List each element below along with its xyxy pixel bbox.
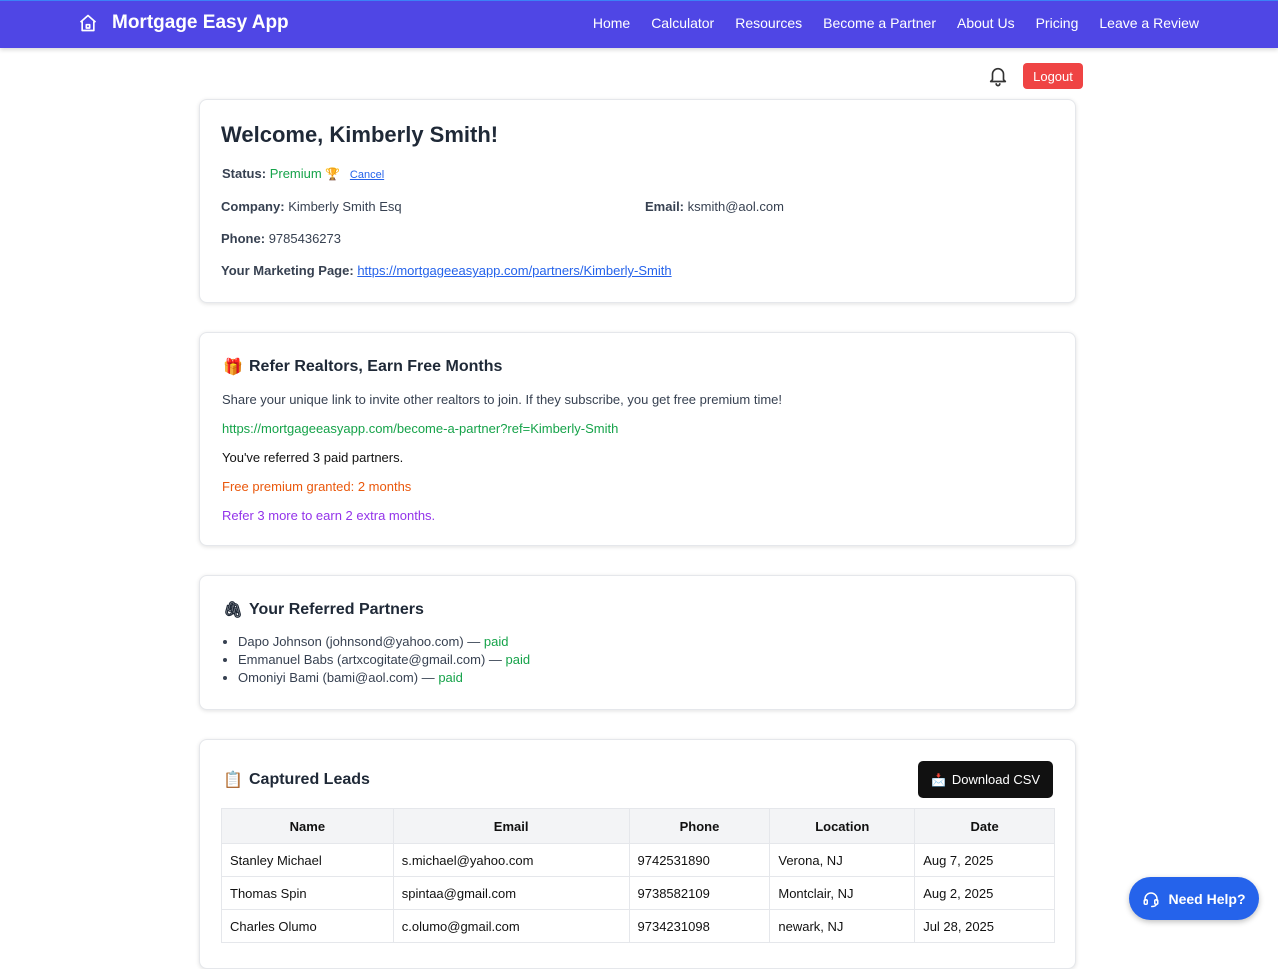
headset-icon bbox=[1143, 891, 1159, 907]
cancel-link[interactable]: Cancel bbox=[350, 169, 384, 181]
nav-pricing[interactable]: Pricing bbox=[1036, 15, 1079, 31]
cell-date: Aug 2, 2025 bbox=[914, 876, 1055, 910]
partners-card: 🖇 Your Referred Partners Dapo Johnson (j… bbox=[199, 575, 1076, 710]
email-row: Email: ksmith@aol.com bbox=[645, 199, 784, 214]
nav-become-partner[interactable]: Become a Partner bbox=[823, 15, 936, 31]
column-header-date: Date bbox=[914, 808, 1055, 844]
profile-card: Welcome, Kimberly Smith! Status: Premium… bbox=[199, 99, 1076, 303]
company-label: Company: bbox=[221, 199, 285, 214]
marketing-link[interactable]: https://mortgageeasyapp.com/partners/Kim… bbox=[357, 263, 671, 278]
app-title: Mortgage Easy App bbox=[112, 12, 289, 33]
cell-name: Charles Olumo bbox=[221, 909, 394, 943]
brand[interactable]: Mortgage Easy App bbox=[78, 1, 289, 45]
leads-table: Name Email Phone Location Date Stanley M… bbox=[221, 808, 1055, 943]
status-value: Premium bbox=[269, 166, 322, 181]
phone-label: Phone: bbox=[221, 231, 266, 246]
download-csv-button[interactable]: 📩 Download CSV bbox=[918, 761, 1053, 798]
nav-resources[interactable]: Resources bbox=[735, 15, 802, 31]
cell-name: Stanley Michael bbox=[221, 843, 394, 877]
paid-badge: paid bbox=[483, 634, 509, 649]
cell-location: Montclair, NJ bbox=[769, 876, 916, 910]
company-row: Company: Kimberly Smith Esq bbox=[221, 199, 402, 214]
list-item: Dapo Johnson (johnsond@yahoo.com) — paid bbox=[238, 633, 530, 651]
email-value: ksmith@aol.com bbox=[687, 199, 784, 214]
cell-location: Verona, NJ bbox=[769, 843, 916, 877]
top-nav: Mortgage Easy App Home Calculator Resour… bbox=[0, 0, 1278, 48]
clipboard-icon: 📋 bbox=[223, 772, 243, 789]
column-header-phone: Phone bbox=[628, 808, 771, 844]
nav-calculator[interactable]: Calculator bbox=[651, 15, 714, 31]
paperclip-icon: 🖇 bbox=[223, 602, 244, 619]
nav-leave-review[interactable]: Leave a Review bbox=[1099, 15, 1199, 31]
need-help-label: Need Help? bbox=[1168, 890, 1246, 907]
partners-title: Your Referred Partners bbox=[249, 601, 424, 618]
column-header-name: Name bbox=[221, 808, 394, 844]
trophy-icon: 🏆 bbox=[325, 167, 341, 181]
leads-title-row: 📋 Captured Leads bbox=[223, 770, 370, 790]
status-label: Status: bbox=[222, 166, 267, 181]
column-header-email: Email bbox=[392, 808, 630, 844]
cell-date: Jul 28, 2025 bbox=[914, 909, 1055, 943]
partners-list: Dapo Johnson (johnsond@yahoo.com) — paid… bbox=[221, 633, 530, 687]
list-item: Emmanuel Babs (artxcogitate@gmail.com) —… bbox=[238, 651, 530, 669]
partners-title-row: 🖇 Your Referred Partners bbox=[223, 600, 424, 620]
table-header-row: Name Email Phone Location Date bbox=[221, 808, 1055, 844]
cell-date: Aug 7, 2025 bbox=[914, 843, 1055, 877]
cell-name: Thomas Spin bbox=[221, 876, 394, 910]
cell-email: spintaa@gmail.com bbox=[392, 876, 630, 910]
cell-email: c.olumo@gmail.com bbox=[392, 909, 630, 943]
home-icon bbox=[79, 14, 97, 32]
cell-location: newark, NJ bbox=[769, 909, 916, 943]
company-value: Kimberly Smith Esq bbox=[288, 199, 402, 214]
referral-link[interactable]: https://mortgageeasyapp.com/become-a-par… bbox=[222, 421, 618, 436]
cell-phone: 9738582109 bbox=[628, 876, 771, 910]
welcome-heading: Welcome, Kimberly Smith! bbox=[221, 122, 499, 147]
download-csv-label: Download CSV bbox=[951, 772, 1041, 787]
leads-card: 📋 Captured Leads 📩 Download CSV Name Ema… bbox=[199, 739, 1076, 969]
logout-button[interactable]: Logout bbox=[1023, 63, 1083, 89]
marketing-label: Your Marketing Page: bbox=[221, 263, 354, 278]
leads-title: Captured Leads bbox=[249, 771, 370, 788]
list-item: Omoniyi Bami (bami@aol.com) — paid bbox=[238, 669, 530, 687]
cell-phone: 9742531890 bbox=[628, 843, 771, 877]
table-row: Charles Olumo c.olumo@gmail.com 97342310… bbox=[221, 909, 1055, 943]
paid-badge: paid bbox=[438, 670, 463, 685]
gift-icon: 🎁 bbox=[223, 359, 243, 376]
referral-description: Share your unique link to invite other r… bbox=[222, 392, 782, 407]
need-help-button[interactable]: Need Help? bbox=[1129, 877, 1259, 920]
cell-email: s.michael@yahoo.com bbox=[392, 843, 630, 877]
column-header-location: Location bbox=[769, 808, 916, 844]
referred-count-text: You've referred 3 paid partners. bbox=[222, 450, 404, 465]
email-label: Email: bbox=[645, 199, 685, 214]
phone-value: 9785436273 bbox=[268, 231, 341, 246]
bell-icon[interactable] bbox=[987, 65, 1009, 87]
nav-home[interactable]: Home bbox=[593, 15, 630, 31]
inbox-icon: 📩 bbox=[930, 772, 946, 787]
phone-row: Phone: 9785436273 bbox=[221, 231, 341, 246]
nav-about-us[interactable]: About Us bbox=[957, 15, 1015, 31]
paid-badge: paid bbox=[505, 652, 531, 667]
table-row: Thomas Spin spintaa@gmail.com 9738582109… bbox=[221, 876, 1055, 910]
marketing-row: Your Marketing Page: https://mortgageeas… bbox=[221, 263, 672, 278]
next-reward-text: Refer 3 more to earn 2 extra months. bbox=[222, 508, 436, 523]
granted-text: Free premium granted: 2 months bbox=[222, 479, 412, 494]
nav-links: Home Calculator Resources Become a Partn… bbox=[593, 1, 1199, 45]
referral-card: 🎁 Refer Realtors, Earn Free Months Share… bbox=[199, 332, 1076, 546]
cell-phone: 9734231098 bbox=[628, 909, 771, 943]
table-row: Stanley Michael s.michael@yahoo.com 9742… bbox=[221, 843, 1055, 877]
referral-title-row: 🎁 Refer Realtors, Earn Free Months bbox=[223, 357, 502, 377]
referral-title: Refer Realtors, Earn Free Months bbox=[249, 358, 503, 375]
status-row: Status: Premium 🏆 Cancel bbox=[222, 166, 384, 181]
